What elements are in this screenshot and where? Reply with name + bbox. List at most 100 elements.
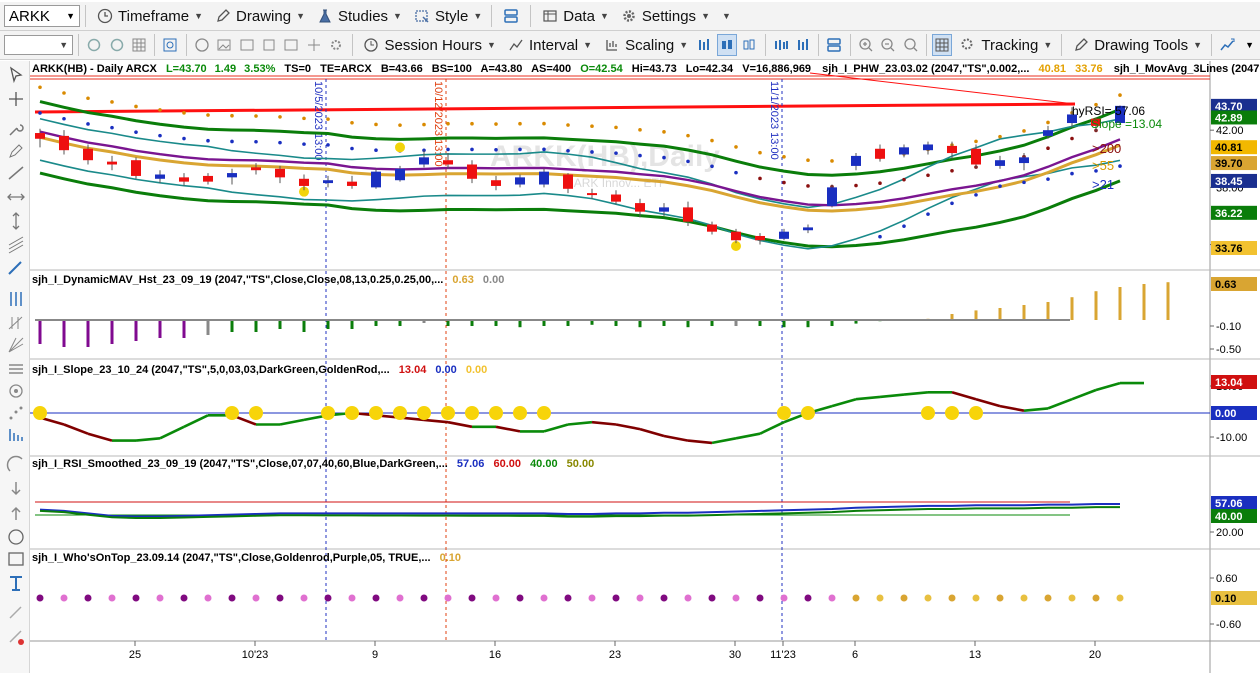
cycle-icon[interactable] xyxy=(6,381,26,401)
session-hours-button[interactable]: Session Hours ▼ xyxy=(357,33,499,57)
wrench-icon[interactable] xyxy=(6,119,26,139)
trend-add-icon[interactable] xyxy=(1217,34,1237,56)
ohlc-icon[interactable] xyxy=(771,34,791,56)
interval-button[interactable]: Interval ▼ xyxy=(502,33,596,57)
slope-signal-dot xyxy=(513,406,527,420)
secondary-selector[interactable]: ▼ xyxy=(4,35,74,55)
zoom-out-icon[interactable] xyxy=(878,34,898,56)
drawing-tools-button[interactable]: Drawing Tools ▼ xyxy=(1067,33,1206,57)
scatter-icon[interactable] xyxy=(6,403,26,423)
trend-dot xyxy=(86,122,90,126)
vertical-lines-icon[interactable] xyxy=(6,289,26,309)
whos-on-top-dot xyxy=(180,594,188,602)
orange-dot xyxy=(518,121,522,126)
candlestick-icon[interactable] xyxy=(716,34,738,56)
panel4-title: sjh_I_RSI_Smoothed_23_09_19 (2047,"TS",C… xyxy=(32,458,448,470)
separator xyxy=(185,34,187,56)
gauge-icon[interactable] xyxy=(192,34,212,56)
whos-on-top-dot xyxy=(780,594,788,602)
refresh-all-icon[interactable] xyxy=(106,34,126,56)
symbol-selector[interactable]: ARKK ▼ xyxy=(4,5,80,27)
drawing-tools-label: Drawing Tools xyxy=(1094,36,1189,54)
gann-icon[interactable] xyxy=(6,335,26,355)
data-window-icon[interactable] xyxy=(931,34,953,56)
pen-icon[interactable] xyxy=(6,141,26,161)
refresh-icon[interactable] xyxy=(84,34,104,56)
blue-dot xyxy=(902,224,906,228)
horizontal-arrows-icon[interactable] xyxy=(6,187,26,207)
image-icon[interactable] xyxy=(214,34,234,56)
speed-lines-icon[interactable] xyxy=(6,425,26,445)
panel3-v1: 13.04 xyxy=(399,364,427,376)
whos-on-top-dot xyxy=(924,594,932,602)
axis-tick-label: 0.60 xyxy=(1216,573,1237,585)
orange-dot xyxy=(686,133,690,138)
indicator-badge-label: 0.00 xyxy=(1215,408,1236,420)
whos-on-top-dot xyxy=(396,594,404,602)
data-button[interactable]: Data ▼ xyxy=(536,4,613,28)
trendline-icon[interactable] xyxy=(6,163,26,183)
slope-signal-dot xyxy=(345,406,359,420)
whos-on-top-dot xyxy=(228,594,236,602)
rectangle-icon[interactable] xyxy=(6,549,26,569)
tracking-button[interactable]: Tracking ▼ xyxy=(954,33,1056,57)
trend-dot xyxy=(374,148,378,152)
drawing-button[interactable]: Drawing ▼ xyxy=(209,4,309,28)
arc-icon[interactable] xyxy=(6,455,26,475)
style-icon xyxy=(412,6,432,26)
eraser-icon[interactable] xyxy=(6,603,26,623)
horizontal-lines-icon[interactable] xyxy=(6,359,26,379)
chevron-down-icon[interactable]: ▼ xyxy=(1239,34,1259,56)
zoom-reset-icon[interactable] xyxy=(900,34,920,56)
crosshair-icon[interactable] xyxy=(6,89,26,109)
candle-body xyxy=(131,160,141,176)
interval-icon xyxy=(506,35,526,55)
whos-on-top-dot xyxy=(564,594,572,602)
whos-on-top-dot xyxy=(84,594,92,602)
timeframe-button[interactable]: Timeframe ▼ xyxy=(91,4,207,28)
ellipse-icon[interactable] xyxy=(6,527,26,547)
panel3-title-line: sjh_I_Slope_23_10_24 (2047,"TS",5,0,03,0… xyxy=(32,364,487,376)
grid-icon[interactable] xyxy=(129,34,149,56)
vertical-arrows-icon[interactable] xyxy=(6,211,26,231)
blue-dot xyxy=(1022,180,1026,185)
candle-body xyxy=(515,177,525,185)
settings-button[interactable]: Settings ▼ xyxy=(615,4,714,28)
candle-body xyxy=(659,207,669,212)
properties-icon[interactable] xyxy=(259,34,279,56)
ruler-icon[interactable] xyxy=(6,259,26,279)
cog-settings-icon[interactable] xyxy=(326,34,346,56)
chart-area[interactable]: ARKK(HB),Daily ARK Innov... ETF ARKK(HB)… xyxy=(30,61,1260,673)
whos-on-top-dot xyxy=(636,594,644,602)
text-icon[interactable] xyxy=(6,573,26,593)
whos-on-top-dot xyxy=(1092,594,1100,602)
zoom-in-icon[interactable] xyxy=(856,34,876,56)
arrow-up-icon[interactable] xyxy=(6,503,26,523)
window-layout-button[interactable] xyxy=(497,4,525,28)
candle-body xyxy=(803,227,813,231)
symbol-text: ARKK xyxy=(9,7,50,25)
crosshair-settings-icon[interactable] xyxy=(304,34,324,56)
volume-bars-icon[interactable] xyxy=(793,34,813,56)
bar-chart-icon[interactable] xyxy=(694,34,714,56)
scaling-button[interactable]: Scaling ▼ xyxy=(598,33,692,57)
fibonacci-icon[interactable] xyxy=(6,313,26,333)
delete-drawings-icon[interactable] xyxy=(6,627,26,647)
chart-edit-icon[interactable] xyxy=(236,34,256,56)
price-badge-label: 40.81 xyxy=(1215,142,1243,154)
indicator-badge-label: 57.06 xyxy=(1215,498,1243,510)
studies-button[interactable]: Studies ▼ xyxy=(311,4,406,28)
layout-icon[interactable] xyxy=(824,34,844,56)
whos-on-top-dot xyxy=(756,594,764,602)
chevron-down-icon: ▼ xyxy=(701,11,710,21)
orange-dot xyxy=(998,134,1002,139)
toolbar-overflow-button[interactable]: ▼ xyxy=(716,4,735,28)
hollow-candle-icon[interactable] xyxy=(739,34,759,56)
whos-on-top-dot xyxy=(468,594,476,602)
zoom-data-icon[interactable] xyxy=(160,34,180,56)
pointer-icon[interactable] xyxy=(6,65,26,85)
arrow-down-icon[interactable] xyxy=(6,479,26,499)
image-settings-icon[interactable] xyxy=(281,34,301,56)
channel-icon[interactable] xyxy=(6,235,26,255)
style-button[interactable]: Style ▼ xyxy=(408,4,486,28)
